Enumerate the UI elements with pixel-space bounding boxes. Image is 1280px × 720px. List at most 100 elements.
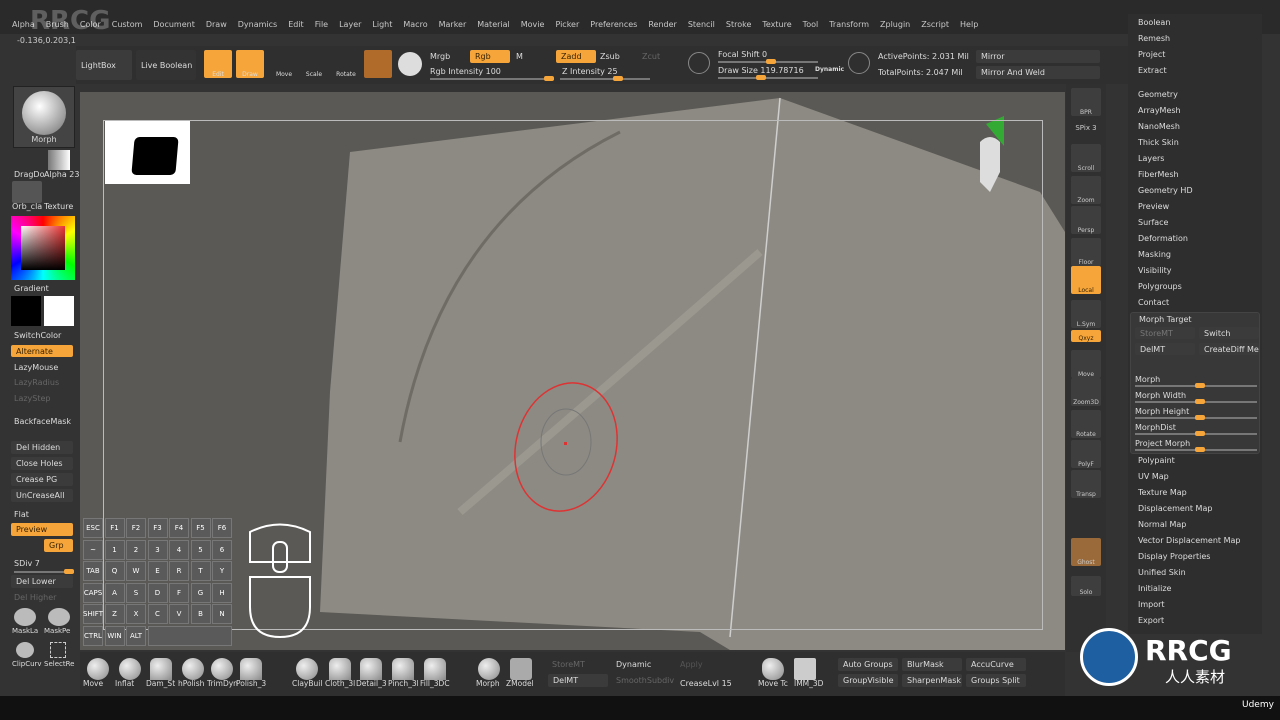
- palette-normal-map[interactable]: Normal Map: [1138, 520, 1186, 529]
- brush-size-icon[interactable]: [688, 52, 710, 74]
- zadd-toggle[interactable]: Zadd: [556, 50, 596, 63]
- sdiv-track[interactable]: [14, 569, 74, 574]
- alpha-thumbnail[interactable]: [48, 150, 70, 170]
- key-6[interactable]: 6: [212, 539, 232, 560]
- palette-fibermesh[interactable]: FiberMesh: [1138, 170, 1179, 179]
- lightbox-button[interactable]: LightBox: [76, 50, 132, 80]
- morph-target-title[interactable]: Morph Target: [1139, 315, 1192, 324]
- morph-slider-morph-width[interactable]: Morph Width: [1135, 391, 1186, 400]
- menu-custom[interactable]: Custom: [112, 20, 143, 29]
- palette-unified-skin[interactable]: Unified Skin: [1138, 568, 1186, 577]
- key-f6[interactable]: F6: [212, 518, 232, 538]
- brush-cloth-3l-icon[interactable]: [329, 658, 351, 680]
- gradient-toggle[interactable]: Gradient: [14, 284, 49, 293]
- menu-transform[interactable]: Transform: [829, 20, 869, 29]
- scale-button[interactable]: Scale: [300, 50, 328, 78]
- bottom-dynamic-button[interactable]: Dynamic: [616, 660, 651, 669]
- shelf-scroll[interactable]: Scroll: [1071, 144, 1101, 172]
- morph-slider-track[interactable]: [1135, 383, 1257, 388]
- mirror-button[interactable]: Mirror: [976, 50, 1100, 63]
- shelf-local[interactable]: Local: [1071, 266, 1101, 294]
- rgb-toggle[interactable]: Rgb: [470, 50, 510, 63]
- key-space[interactable]: [147, 625, 232, 646]
- close-holes-button[interactable]: Close Holes: [11, 457, 73, 470]
- mask-lasso-button[interactable]: MaskLa: [12, 627, 38, 635]
- key-t[interactable]: T: [190, 561, 211, 581]
- palette-arraymesh[interactable]: ArrayMesh: [1138, 106, 1181, 115]
- key-h[interactable]: H: [212, 582, 232, 603]
- lazyradius-slider[interactable]: LazyRadius: [14, 378, 59, 387]
- palette-remesh[interactable]: Remesh: [1138, 34, 1170, 43]
- menu-macro[interactable]: Macro: [403, 20, 427, 29]
- move-topological-label[interactable]: Move Tc: [758, 679, 788, 688]
- key-c[interactable]: C: [147, 604, 168, 624]
- preview-button[interactable]: Preview: [11, 523, 73, 536]
- palette-export[interactable]: Export: [1138, 616, 1164, 625]
- menu-render[interactable]: Render: [648, 20, 676, 29]
- palette-visibility[interactable]: Visibility: [1138, 266, 1172, 275]
- material-sphere-button[interactable]: [364, 50, 392, 78]
- key-4[interactable]: 4: [169, 539, 189, 560]
- key-n[interactable]: N: [212, 604, 232, 624]
- key-q[interactable]: Q: [104, 561, 125, 581]
- palette-polypaint[interactable]: Polypaint: [1138, 456, 1175, 465]
- key-e[interactable]: E: [147, 561, 168, 581]
- texture-button[interactable]: Texture: [44, 202, 73, 211]
- palette-geometry[interactable]: Geometry: [1138, 90, 1178, 99]
- palette-uv-map[interactable]: UV Map: [1138, 472, 1169, 481]
- mask-pen-button[interactable]: MaskPe: [44, 627, 70, 635]
- shelf-zoom[interactable]: Zoom: [1071, 176, 1101, 204]
- move-button[interactable]: Move: [270, 50, 298, 78]
- bottom-delmt-button[interactable]: DelMT: [548, 674, 608, 687]
- menu-help[interactable]: Help: [960, 20, 978, 29]
- palette-texture-map[interactable]: Texture Map: [1138, 488, 1187, 497]
- dynamic-brush-icon[interactable]: [848, 52, 870, 74]
- menu-draw[interactable]: Draw: [206, 20, 227, 29]
- key-1[interactable]: 1: [104, 539, 125, 560]
- key-3[interactable]: 3: [147, 539, 168, 560]
- brush-inflat-icon[interactable]: [119, 658, 141, 680]
- smooth-subdiv-button[interactable]: SmoothSubdiv: [616, 676, 674, 685]
- palette-initialize[interactable]: Initialize: [1138, 584, 1171, 593]
- draw-button[interactable]: Draw: [236, 50, 264, 78]
- morph-slider-track[interactable]: [1135, 399, 1257, 404]
- menu-file[interactable]: File: [315, 20, 328, 29]
- shelf-persp[interactable]: Persp: [1071, 206, 1101, 234]
- morph-material-icon[interactable]: [478, 658, 500, 680]
- key-w[interactable]: W: [126, 561, 146, 581]
- mirror-and-weld-button[interactable]: Mirror And Weld: [976, 66, 1100, 79]
- shelf-bpr[interactable]: BPR: [1071, 88, 1101, 116]
- key-f3[interactable]: F3: [147, 518, 168, 538]
- menu-movie[interactable]: Movie: [521, 20, 545, 29]
- menu-stencil[interactable]: Stencil: [688, 20, 715, 29]
- palette-layers[interactable]: Layers: [1138, 154, 1164, 163]
- key-2[interactable]: 2: [126, 539, 146, 560]
- palette-displacement-map[interactable]: Displacement Map: [1138, 504, 1212, 513]
- key-f2[interactable]: F2: [126, 518, 146, 538]
- palette-extract[interactable]: Extract: [1138, 66, 1167, 75]
- menu-document[interactable]: Document: [153, 20, 194, 29]
- menu-zscript[interactable]: Zscript: [921, 20, 949, 29]
- shelf-rotate[interactable]: Rotate: [1071, 410, 1101, 438]
- clip-curve-button[interactable]: ClipCurv: [12, 660, 42, 668]
- zcut-toggle[interactable]: Zcut: [642, 52, 660, 61]
- main-color-swatch[interactable]: [44, 296, 74, 326]
- edit-button[interactable]: Edit: [204, 50, 232, 78]
- lazymouse-toggle[interactable]: LazyMouse: [14, 363, 58, 372]
- menu-stroke[interactable]: Stroke: [726, 20, 752, 29]
- switch-color-button[interactable]: SwitchColor: [14, 331, 61, 340]
- key-f1[interactable]: F1: [104, 518, 125, 538]
- palette-masking[interactable]: Masking: [1138, 250, 1171, 259]
- storemt-button[interactable]: StoreMT: [1135, 327, 1195, 339]
- key-b[interactable]: B: [190, 604, 211, 624]
- menu-edit[interactable]: Edit: [288, 20, 304, 29]
- menu-layer[interactable]: Layer: [339, 20, 361, 29]
- rotate-button[interactable]: Rotate: [332, 50, 360, 78]
- bottom-accucurve-button[interactable]: AccuCurve: [966, 658, 1026, 671]
- flat-toggle[interactable]: Flat: [14, 510, 29, 519]
- delmt-button[interactable]: DelMT: [1135, 343, 1195, 355]
- clip-curve-icon[interactable]: [16, 642, 34, 658]
- morph-slider-morphdist[interactable]: MorphDist: [1135, 423, 1176, 432]
- zmodeler-label[interactable]: ZModel: [506, 679, 534, 688]
- select-rect-button[interactable]: SelectRe: [44, 660, 74, 668]
